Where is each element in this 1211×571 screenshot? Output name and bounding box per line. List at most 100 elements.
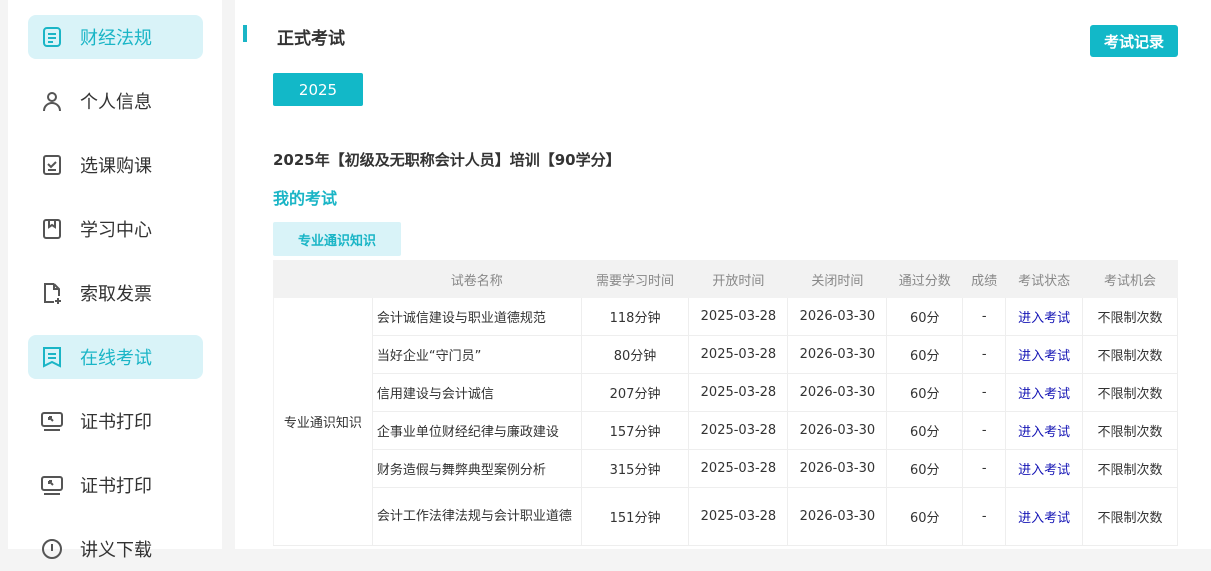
column-header xyxy=(273,260,373,298)
enter-exam-link[interactable]: 进入考试 xyxy=(1018,463,1070,478)
sidebar-item-label: 证书打印 xyxy=(80,412,152,433)
sidebar-item-6[interactable]: 证书打印 xyxy=(28,399,203,443)
table-row: 专业通识知识 会计诚信建设与职业道德规范 118分钟 2025-03-28 2026-0… xyxy=(273,297,1178,546)
table-cell: 60分 xyxy=(886,487,964,546)
document-icon xyxy=(43,27,61,47)
table-cell: 60分 xyxy=(886,449,964,488)
sidebar-item-4[interactable]: 索取发票 xyxy=(28,271,203,315)
sidebar-item-label: 讲义下载 xyxy=(80,540,152,561)
column-header: 试卷名称 xyxy=(371,260,582,298)
table-cell: 2026-03-30 xyxy=(787,487,888,546)
table-cell: 不限制次数 xyxy=(1082,487,1178,546)
table-cell: 315分钟 xyxy=(580,449,690,488)
table-cell: 2025-03-28 xyxy=(688,487,789,546)
table-cell: 80分钟 xyxy=(580,335,690,374)
table-row: 财务造假与舞弊典型案例分析 315分钟 2025-03-28 2026-03-30 60… xyxy=(274,449,1178,488)
sidebar-item-label: 财经法规 xyxy=(80,28,152,49)
table-cell: 不限制次数 xyxy=(1082,373,1178,412)
table-cell: 2025-03-28 xyxy=(688,373,789,412)
sidebar: 财经法规 个人信息 选课购课 学习中心 索取发票 在线考试 证书打印 证书打印 讲义下载 xyxy=(8,0,222,561)
enter-exam-link[interactable]: 进入考试 xyxy=(1018,311,1070,326)
table-cell: 2025-03-28 xyxy=(688,411,789,450)
title-accent xyxy=(243,25,247,42)
page-title: 正式考试 xyxy=(277,29,345,49)
table-cell: 2025-03-28 xyxy=(688,297,789,336)
table-cell: 151分钟 xyxy=(580,487,690,546)
column-header: 通过分数 xyxy=(886,260,964,298)
enter-exam-link[interactable]: 进入考试 xyxy=(1018,425,1070,440)
column-header: 成绩 xyxy=(962,260,1007,298)
table-cell: 2026-03-30 xyxy=(787,335,888,374)
table-cell: 157分钟 xyxy=(580,411,690,450)
monitor-icon xyxy=(41,476,63,495)
table-cell: 60分 xyxy=(886,373,964,412)
table-cell: 会计工作法律法规与会计职业道德 xyxy=(371,487,582,546)
table-cell: - xyxy=(962,335,1007,374)
table-cell: 信用建设与会计诚信 xyxy=(371,373,582,412)
table-cell: 2025-03-28 xyxy=(688,449,789,488)
sidebar-item-label: 选课购课 xyxy=(80,156,152,177)
enter-exam-link[interactable]: 进入考试 xyxy=(1018,387,1070,402)
checkbox-icon xyxy=(43,155,61,175)
table-cell: - xyxy=(962,373,1007,412)
table-cell: 2025-03-28 xyxy=(688,335,789,374)
table-cell: 60分 xyxy=(886,335,964,374)
exam-table: 试卷名称 需要学习时间 开放时间 关闭时间 通过分数 成绩 考试状态 考试机会 专业通识知识会… xyxy=(273,260,1178,546)
download-icon xyxy=(42,539,62,559)
table-cell: 2026-03-30 xyxy=(787,449,888,488)
sidebar-item-1[interactable]: 个人信息 xyxy=(28,79,203,123)
course-title: 2025年【初级及无职称会计人员】培训【90学分】 xyxy=(273,151,621,169)
file-add-icon xyxy=(44,283,61,304)
table-cell: 财务造假与舞弊典型案例分析 xyxy=(371,449,582,488)
table-cell: 不限制次数 xyxy=(1082,411,1178,450)
sidebar-item-label: 证书打印 xyxy=(80,476,152,497)
column-header: 需要学习时间 xyxy=(580,260,690,298)
sidebar-item-5[interactable]: 在线考试 xyxy=(28,335,203,379)
exam-record-button[interactable]: 考试记录 xyxy=(1090,25,1178,57)
tab-professional-knowledge[interactable]: 专业通识知识 xyxy=(273,222,401,256)
monitor-icon xyxy=(41,412,63,431)
table-cell: - xyxy=(962,297,1007,336)
sidebar-item-label: 在线考试 xyxy=(80,348,152,369)
sidebar-item-label: 索取发票 xyxy=(80,284,152,305)
sidebar-item-8[interactable]: 讲义下载 xyxy=(28,527,203,571)
user-icon xyxy=(43,92,61,112)
category-cell: 专业通识知识 xyxy=(273,297,373,546)
table-cell: - xyxy=(962,449,1007,488)
sidebar-item-7[interactable]: 证书打印 xyxy=(28,463,203,507)
table-cell: 118分钟 xyxy=(580,297,690,336)
year-button[interactable]: 2025 xyxy=(273,73,363,106)
table-cell: 企事业单位财经纪律与廉政建设 xyxy=(371,411,582,450)
sidebar-item-2[interactable]: 选课购课 xyxy=(28,143,203,187)
table-cell: - xyxy=(962,487,1007,546)
table-cell: 2026-03-30 xyxy=(787,297,888,336)
table-cell: 会计诚信建设与职业道德规范 xyxy=(371,297,582,336)
table-cell: 不限制次数 xyxy=(1082,297,1178,336)
sidebar-item-3[interactable]: 学习中心 xyxy=(28,207,203,251)
enter-exam-link[interactable]: 进入考试 xyxy=(1018,349,1070,364)
table-cell: - xyxy=(962,411,1007,450)
table-cell: 60分 xyxy=(886,411,964,450)
table-cell: 207分钟 xyxy=(580,373,690,412)
table-cell: 不限制次数 xyxy=(1082,449,1178,488)
table-cell: 当好企业“守门员” xyxy=(371,335,582,374)
sidebar-item-0[interactable]: 财经法规 xyxy=(28,15,203,59)
table-row: 当好企业“守门员” 80分钟 2025-03-28 2026-03-30 60分 - 进入考… xyxy=(274,335,1178,374)
bookmark-icon xyxy=(43,219,61,239)
table-cell: 2026-03-30 xyxy=(787,411,888,450)
column-header: 关闭时间 xyxy=(787,260,888,298)
table-row: 会计工作法律法规与会计职业道德 151分钟 2025-03-28 2026-03-30… xyxy=(274,487,1178,546)
enter-exam-link[interactable]: 进入考试 xyxy=(1018,511,1070,526)
table-cell: 60分 xyxy=(886,297,964,336)
table-row: 信用建设与会计诚信 207分钟 2025-03-28 2026-03-30 60分 - 进入… xyxy=(274,373,1178,412)
table-row: 企事业单位财经纪律与廉政建设 157分钟 2025-03-28 2026-03-30 6… xyxy=(274,411,1178,450)
column-header: 考试状态 xyxy=(1005,260,1084,298)
sidebar-item-label: 学习中心 xyxy=(80,220,152,241)
column-header: 考试机会 xyxy=(1082,260,1178,298)
sidebar-item-label: 个人信息 xyxy=(80,92,152,113)
table-cell: 不限制次数 xyxy=(1082,335,1178,374)
table-cell: 2026-03-30 xyxy=(787,373,888,412)
exam-icon xyxy=(43,347,61,368)
my-exams-heading: 我的考试 xyxy=(273,189,338,208)
main-panel: 正式考试 考试记录 2025 2025年【初级及无职称会计人员】培训【90学分】… xyxy=(235,0,1211,549)
